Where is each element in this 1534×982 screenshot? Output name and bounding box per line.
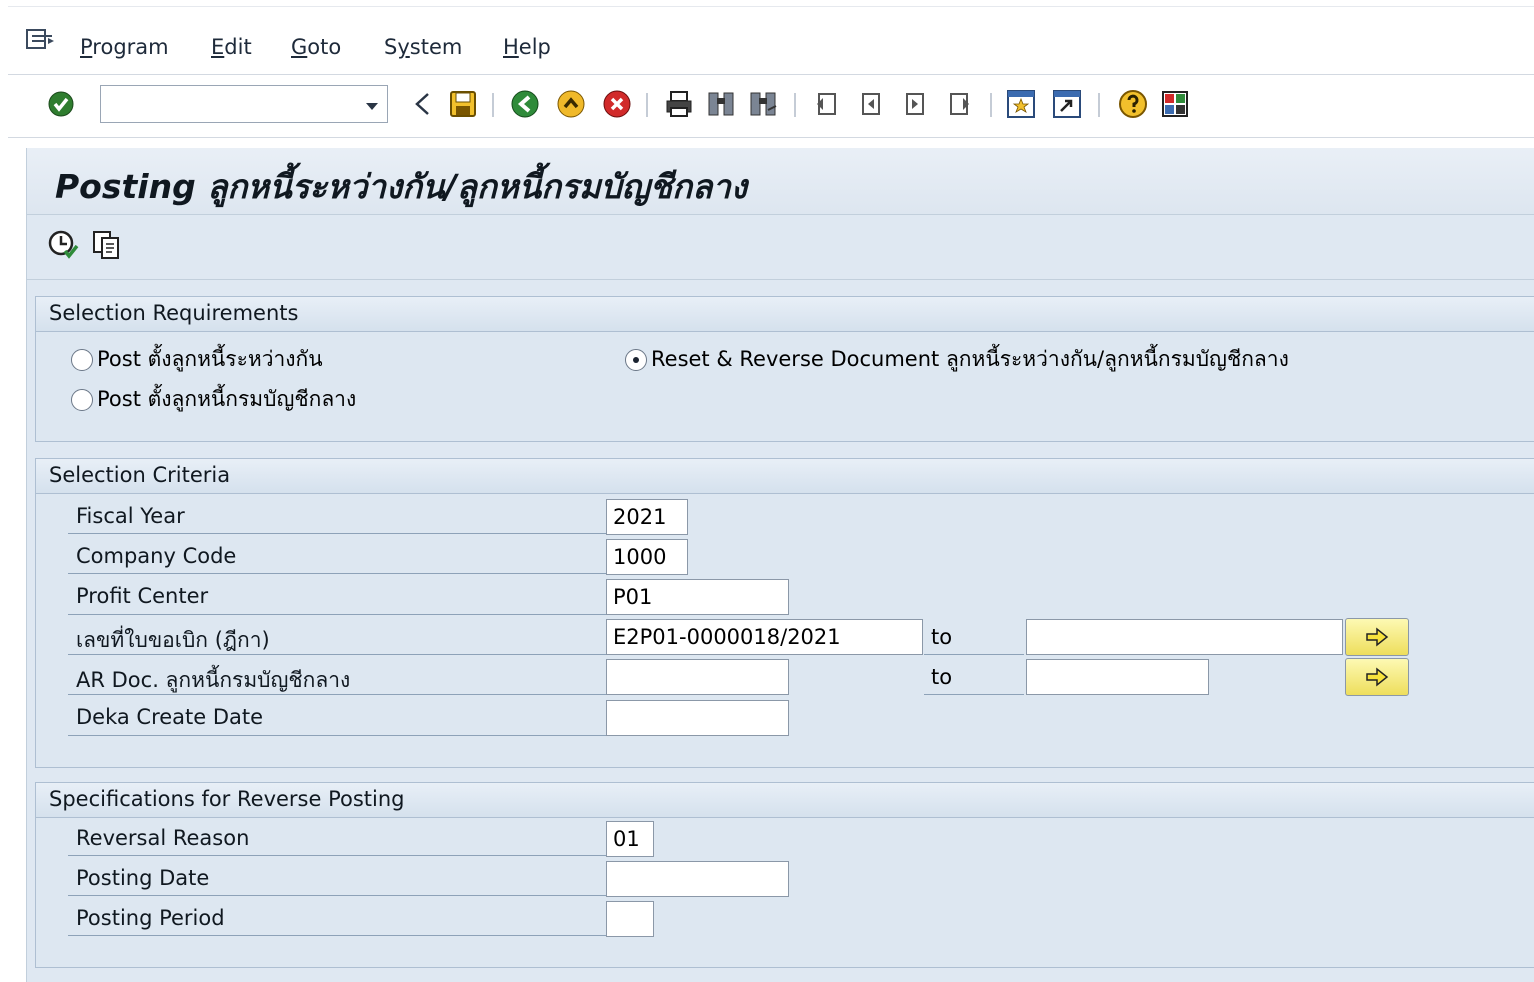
- ar-doc-from-input[interactable]: [606, 659, 789, 695]
- radio-button-selected[interactable]: [625, 348, 647, 371]
- label-fiscal-year: Fiscal Year: [76, 504, 185, 528]
- print-icon[interactable]: [664, 89, 694, 119]
- group-header: Selection Requirements: [36, 297, 1534, 332]
- find-icon[interactable]: [706, 89, 736, 119]
- label-ar-doc: AR Doc. ลูกหนี้กรมบัญชีกลาง: [76, 668, 351, 692]
- radio-label: Reset & Reverse Document ลูกหนี้ระหว่างก…: [651, 347, 1289, 371]
- enter-check-icon[interactable]: [46, 89, 76, 119]
- request-number-to-input[interactable]: [1026, 619, 1343, 655]
- selection-criteria-group: Selection Criteria Fiscal Year 2021 Comp…: [35, 458, 1534, 768]
- find-next-icon[interactable]: [748, 89, 778, 119]
- radio-post-comptroller[interactable]: Post ตั้งลูกหนี้กรมบัญชีกลาง: [71, 383, 356, 416]
- radio-button[interactable]: [71, 388, 93, 411]
- first-page-icon[interactable]: [812, 89, 842, 119]
- menu-edit[interactable]: Edit: [211, 35, 252, 59]
- last-page-icon[interactable]: [944, 89, 974, 119]
- exit-icon[interactable]: [556, 89, 586, 119]
- label-posting-date: Posting Date: [76, 866, 210, 890]
- radio-post-intercompany[interactable]: Post ตั้งลูกหนี้ระหว่างกัน: [71, 343, 323, 376]
- command-field[interactable]: [100, 85, 388, 123]
- shortcut-icon[interactable]: [1052, 89, 1082, 119]
- reversal-reason-input[interactable]: 01: [606, 821, 654, 857]
- radio-reset-reverse[interactable]: Reset & Reverse Document ลูกหนี้ระหว่างก…: [625, 343, 1289, 376]
- radio-button[interactable]: [71, 348, 93, 371]
- group-header: Selection Criteria: [36, 459, 1534, 494]
- label-profit-center: Profit Center: [76, 584, 209, 608]
- ar-doc-to-input[interactable]: [1026, 659, 1209, 695]
- back-icon[interactable]: [510, 89, 540, 119]
- fiscal-year-input[interactable]: 2021: [606, 499, 688, 535]
- posting-date-input[interactable]: [606, 861, 789, 897]
- create-session-icon[interactable]: [1006, 89, 1036, 119]
- title-bar: Posting ลูกหนี้ระหว่างกัน/ลูกหนี้กรมบัญช…: [27, 148, 1534, 215]
- radio-label: Post ตั้งลูกหนี้ระหว่างกัน: [97, 347, 323, 371]
- selection-requirements-group: Selection Requirements Post ตั้งลูกหนี้ร…: [35, 296, 1534, 442]
- chevron-down-icon[interactable]: [365, 98, 379, 117]
- page-title: Posting ลูกหนี้ระหว่างกัน/ลูกหนี้กรมบัญช…: [55, 167, 747, 206]
- label-deka-create-date: Deka Create Date: [76, 705, 264, 729]
- menu-goto[interactable]: Goto: [291, 35, 341, 59]
- application-toolbar: [27, 215, 1534, 280]
- label-reversal-reason: Reversal Reason: [76, 826, 250, 850]
- company-code-input[interactable]: 1000: [606, 539, 688, 575]
- help-icon[interactable]: [1118, 89, 1148, 119]
- previous-page-icon[interactable]: [856, 89, 886, 119]
- profit-center-input[interactable]: P01: [606, 579, 789, 615]
- posting-period-input[interactable]: [606, 901, 654, 937]
- multiple-selection-button[interactable]: [1345, 618, 1409, 656]
- customize-layout-icon[interactable]: [1160, 89, 1190, 119]
- reverse-posting-group: Specifications for Reverse Posting Rever…: [35, 782, 1534, 968]
- arrow-right-icon: [1366, 627, 1389, 647]
- deka-create-date-input[interactable]: [606, 700, 789, 736]
- arrow-right-icon: [1366, 667, 1389, 687]
- main-area: Posting ลูกหนี้ระหว่างกัน/ลูกหนี้กรมบัญช…: [26, 148, 1534, 982]
- menu-system[interactable]: System: [384, 35, 462, 59]
- menu-bar: Program Edit Goto System Help: [8, 6, 1534, 73]
- radio-label: Post ตั้งลูกหนี้กรมบัญชีกลาง: [97, 387, 357, 411]
- request-number-from-input[interactable]: E2P01-0000018/2021: [606, 619, 923, 655]
- execute-icon[interactable]: [47, 229, 79, 265]
- get-variant-icon[interactable]: [91, 229, 123, 265]
- next-page-icon[interactable]: [900, 89, 930, 119]
- save-icon[interactable]: [448, 89, 478, 119]
- back-triangle-icon[interactable]: [408, 89, 438, 119]
- multiple-selection-button[interactable]: [1345, 658, 1409, 696]
- menu-program[interactable]: Program: [80, 35, 169, 59]
- label-request-number: เลขที่ใบขอเบิก (ฎีกา): [76, 628, 270, 652]
- to-label: to: [931, 665, 953, 689]
- menu-toggle-icon[interactable]: [26, 29, 56, 55]
- label-company-code: Company Code: [76, 544, 237, 568]
- label-posting-period: Posting Period: [76, 906, 225, 930]
- cancel-icon[interactable]: [602, 89, 632, 119]
- menu-help[interactable]: Help: [503, 35, 551, 59]
- standard-toolbar: [8, 74, 1534, 138]
- group-header: Specifications for Reverse Posting: [36, 783, 1534, 818]
- to-label: to: [931, 625, 953, 649]
